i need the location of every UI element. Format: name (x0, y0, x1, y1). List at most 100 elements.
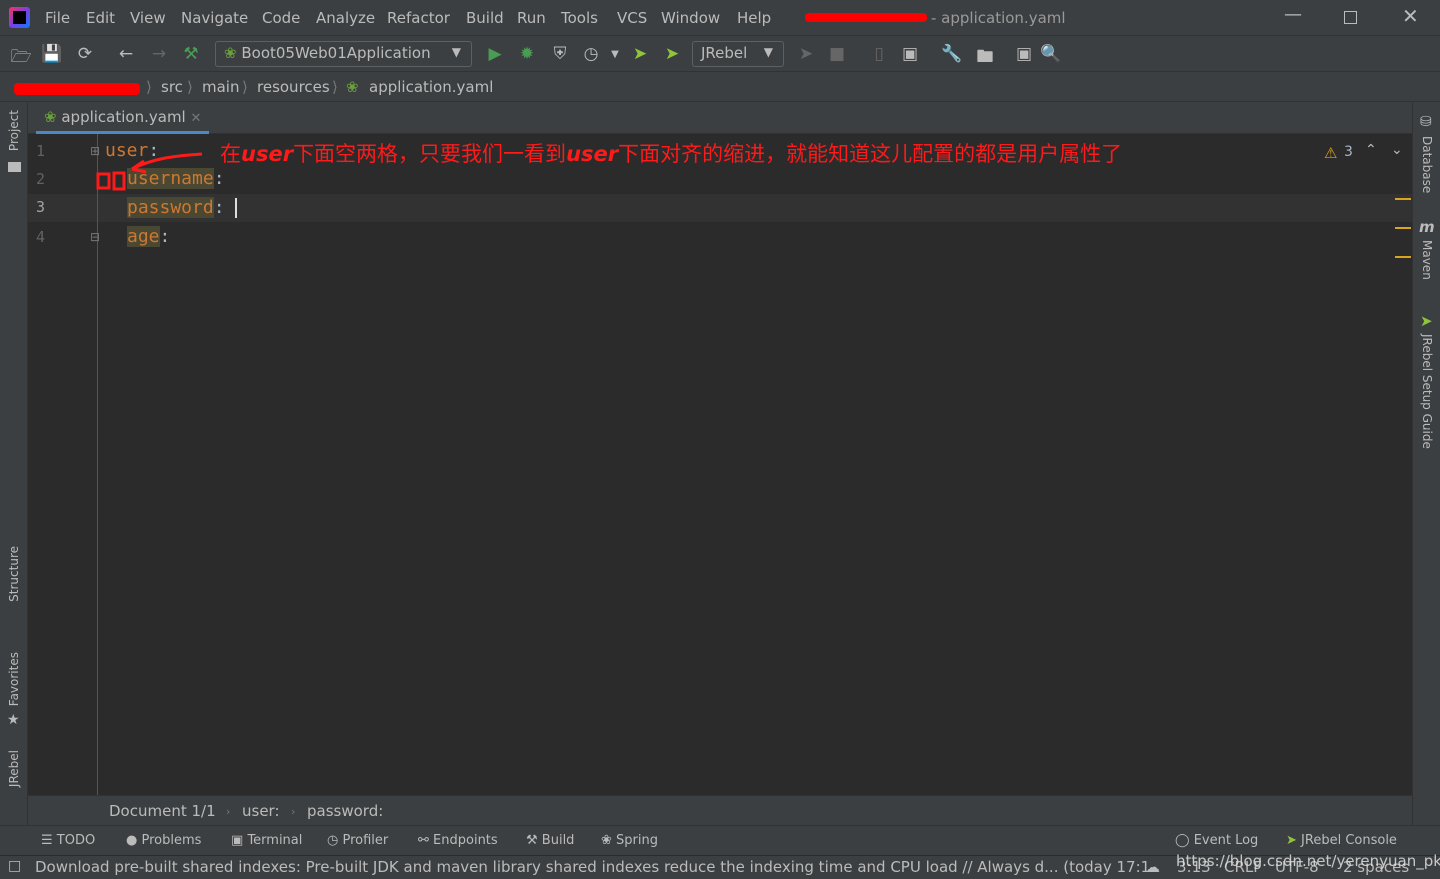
next-highlight-icon[interactable]: ⌄ (1391, 142, 1403, 158)
spring-button[interactable]: ❀ Spring (601, 833, 658, 848)
chevron-down-icon: ▼ (451, 45, 461, 59)
menu-navigate[interactable]: Navigate (181, 9, 248, 27)
menu-build[interactable]: Build (466, 9, 504, 27)
breadcrumb-main[interactable]: main (202, 78, 239, 96)
breadcrumb-src[interactable]: src (161, 78, 183, 96)
terminal-button[interactable]: ▣ Terminal (231, 833, 302, 848)
project-tool-button[interactable]: Project (7, 110, 21, 151)
crumb-user[interactable]: user: (242, 802, 280, 820)
menu-help[interactable]: Help (737, 9, 771, 27)
warning-icon[interactable]: ⚠ (1324, 144, 1337, 162)
close-button[interactable]: ✕ (1402, 4, 1419, 28)
menu-run[interactable]: Run (517, 9, 546, 27)
sync-icon[interactable]: ⟳ (74, 44, 96, 64)
menu-code[interactable]: Code (262, 9, 300, 27)
jrebel-update-icon[interactable]: ➤ (795, 44, 817, 64)
menu-view[interactable]: View (130, 9, 166, 27)
run-config-select[interactable]: ❀ Boot05Web01Application ▼ (215, 41, 472, 67)
line-number: 4 (36, 228, 46, 246)
warning-marker[interactable] (1395, 227, 1411, 229)
profiler-button[interactable]: ◷ Profiler (327, 833, 388, 848)
breadcrumb-resources[interactable]: resources (257, 78, 330, 96)
menu-vcs[interactable]: VCS (617, 9, 647, 27)
intellij-logo-icon (9, 7, 30, 28)
crumb-document[interactable]: Document 1/1 (109, 802, 216, 820)
close-tab-icon[interactable]: ✕ (191, 111, 202, 126)
device-icon[interactable]: ▯ (868, 44, 890, 64)
tab-label: application.yaml (61, 108, 186, 126)
structure-tool-button[interactable]: Structure (7, 546, 21, 602)
database-icon: ⛁ (1420, 114, 1432, 130)
search-icon[interactable]: 🔍 (1040, 44, 1062, 64)
endpoints-button[interactable]: ⚯ Endpoints (418, 833, 498, 848)
profiler-icon[interactable]: ◷ (580, 44, 602, 64)
todo-button[interactable]: ☰ TODO (41, 833, 95, 848)
redacted-project-name (805, 13, 927, 22)
yaml-key: password (127, 197, 214, 218)
colon: : (213, 197, 236, 218)
jrebel-setup-guide-button[interactable]: JRebel Setup Guide (1420, 334, 1434, 449)
settings-wrench-icon[interactable]: 🔧 (941, 44, 963, 64)
terminal-icon: ▣ (231, 833, 244, 848)
build-hammer-icon[interactable]: ⚒ (180, 44, 202, 64)
indexing-icon[interactable]: ☁ (1145, 858, 1160, 876)
coverage-icon[interactable]: ⛨ (549, 44, 571, 64)
yaml-file-icon: ❀ (346, 78, 359, 96)
endpoints-icon: ⚯ (418, 833, 429, 848)
code-editor[interactable]: 1 2 3 4 ⊞ ⊟ user: username: password: ag… (28, 134, 1412, 795)
favorites-tool-button[interactable]: Favorites (7, 652, 21, 706)
fold-end-icon[interactable]: ⊟ (90, 230, 100, 244)
toggle-tool-windows-icon[interactable]: □ (8, 858, 21, 874)
annotation-arrow-and-spaces (96, 152, 203, 191)
menu-edit[interactable]: Edit (86, 9, 115, 27)
debug-icon[interactable]: ✹ (516, 44, 538, 64)
build-button[interactable]: ⚒ Build (526, 833, 574, 848)
problems-button[interactable]: ● Problems (126, 833, 201, 848)
jrebel-run-icon[interactable]: ➤ (629, 44, 651, 64)
deploy-icon[interactable]: ▣ (899, 44, 921, 64)
run-icon[interactable]: ▶ (484, 44, 506, 64)
terminal-window-icon[interactable]: ▣ (1013, 44, 1035, 64)
navigation-bar: ⟩ src ⟩ main ⟩ resources ⟩ ❀ application… (0, 72, 1440, 102)
left-tool-strip: Project Structure Favorites ★ JRebel (0, 102, 28, 825)
chevron-down-icon: ▼ (763, 45, 773, 59)
previous-highlight-icon[interactable]: ⌃ (1365, 142, 1377, 158)
forward-icon[interactable]: → (148, 44, 170, 64)
maximize-button[interactable] (1344, 11, 1357, 24)
menu-refactor[interactable]: Refactor (387, 9, 450, 27)
event-log-button[interactable]: ◯ Event Log (1175, 833, 1258, 848)
menu-bar: File Edit View Navigate Code Analyze Ref… (0, 0, 1440, 36)
line-number: 1 (36, 142, 46, 160)
jrebel-console-button[interactable]: ➤ JRebel Console (1286, 833, 1397, 848)
back-icon[interactable]: ← (115, 44, 137, 64)
open-folder-icon[interactable]: 🗁 (10, 44, 32, 73)
code-line-3: password: (127, 197, 238, 218)
project-structure-icon[interactable]: 🖿 (974, 44, 996, 73)
profiler-dropdown-icon[interactable]: ▼ (604, 49, 626, 60)
warning-count[interactable]: 3 (1344, 144, 1353, 160)
tab-application-yaml[interactable]: ❀ application.yaml ✕ (36, 102, 210, 134)
spring-icon: ❀ (601, 833, 612, 848)
jrebel-debug-icon[interactable]: ➤ (661, 44, 683, 64)
jrebel-select[interactable]: JRebel ▼ (692, 41, 784, 67)
status-message[interactable]: Download pre-built shared indexes: Pre-b… (35, 858, 1150, 876)
maven-tool-button[interactable]: Maven (1420, 240, 1434, 280)
warning-marker[interactable] (1395, 256, 1411, 258)
menu-tools[interactable]: Tools (561, 9, 598, 27)
text-cursor (235, 198, 238, 218)
crumb-password[interactable]: password: (307, 802, 383, 820)
redacted-module-name (14, 83, 140, 95)
stop-icon[interactable]: ■ (826, 44, 848, 64)
database-tool-button[interactable]: Database (1420, 136, 1434, 193)
annotation-text: 在user下面空两格，只要我们一看到user下面对齐的缩进，就能知道这儿配置的都… (220, 142, 1123, 166)
menu-window[interactable]: Window (661, 9, 720, 27)
save-icon[interactable]: 💾 (41, 44, 63, 64)
minimize-button[interactable]: — (1284, 4, 1302, 25)
warning-marker[interactable] (1395, 198, 1411, 200)
breadcrumb-file[interactable]: application.yaml (369, 78, 493, 96)
menu-file[interactable]: File (45, 9, 70, 27)
jrebel-tool-button[interactable]: JRebel (7, 750, 21, 787)
run-config-label: Boot05Web01Application (241, 44, 431, 62)
menu-analyze[interactable]: Analyze (316, 9, 375, 27)
folder-icon (8, 162, 21, 172)
